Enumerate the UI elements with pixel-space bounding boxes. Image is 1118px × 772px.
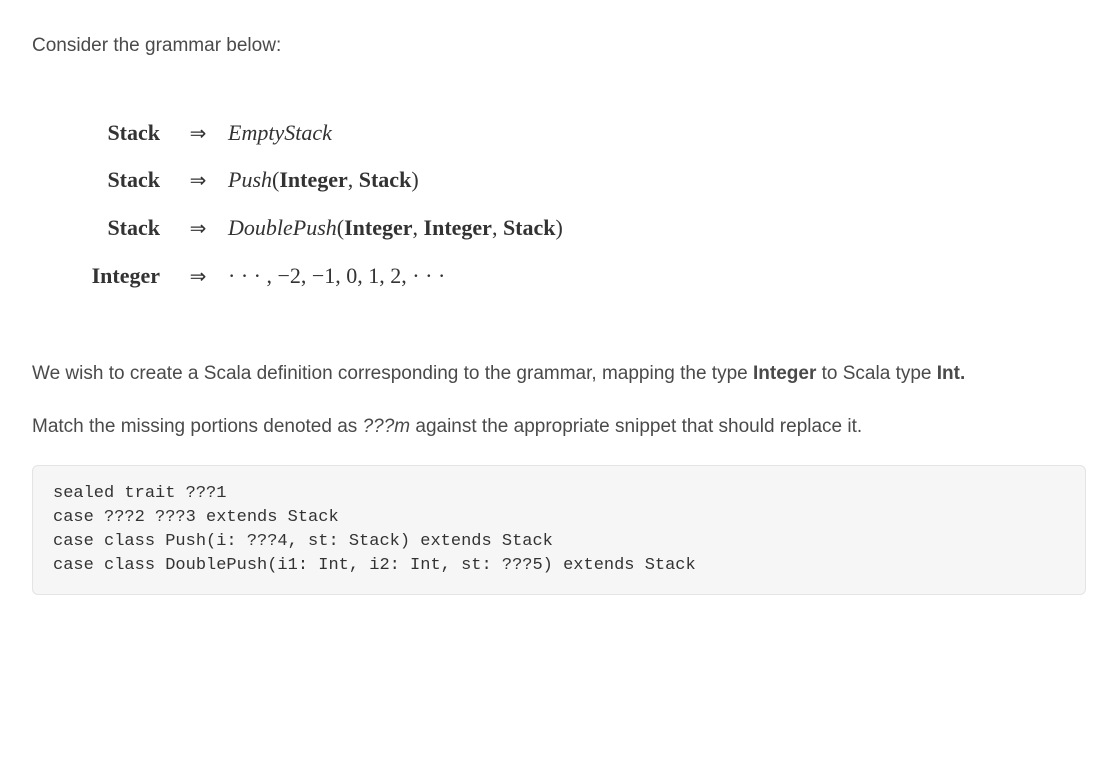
bold-integer: Integer [753, 363, 816, 384]
paren-open: ( [337, 215, 344, 240]
intro-text: Consider the grammar below: [32, 32, 1086, 61]
paren-close: ) [411, 167, 418, 192]
grammar-row: Stack ⇒ Push(Integer, Stack) [60, 156, 1086, 204]
term-stack: Stack [359, 167, 412, 192]
grammar-block: Stack ⇒ EmptyStack Stack ⇒ Push(Integer,… [60, 109, 1086, 301]
grammar-rhs-integers: · · · , −2, −1, 0, 1, 2, · · · [220, 252, 445, 300]
grammar-arrow: ⇒ [176, 160, 220, 204]
term-stack: Stack [503, 215, 556, 240]
comma: , [348, 167, 359, 192]
grammar-lhs: Stack [60, 156, 176, 204]
grammar-lhs: Stack [60, 204, 176, 252]
grammar-row: Stack ⇒ EmptyStack [60, 109, 1086, 157]
grammar-row: Stack ⇒ DoublePush(Integer, Integer, Sta… [60, 204, 1086, 252]
bold-int: Int. [937, 363, 966, 384]
grammar-rhs-push: Push(Integer, Stack) [220, 156, 419, 204]
comma: , [492, 215, 503, 240]
term-emptystack: EmptyStack [228, 120, 332, 145]
code-block: sealed trait ???1 case ???2 ???3 extends… [32, 465, 1086, 594]
text: We wish to create a Scala definition cor… [32, 363, 753, 384]
term-doublepush: DoublePush [228, 215, 337, 240]
text: against the appropriate snippet that sho… [410, 416, 862, 437]
text: Match the missing portions denoted as [32, 416, 363, 437]
term-integer: Integer [344, 215, 412, 240]
grammar-arrow: ⇒ [176, 208, 220, 252]
grammar-rhs-emptystack: EmptyStack [220, 109, 332, 157]
grammar-lhs: Stack [60, 109, 176, 157]
term-integer: Integer [424, 215, 492, 240]
placeholder-em: ???m [363, 416, 411, 437]
grammar-arrow: ⇒ [176, 256, 220, 300]
grammar-lhs: Integer [60, 252, 176, 300]
term-integer: Integer [279, 167, 347, 192]
integers-sequence: · · · , −2, −1, 0, 1, 2, · · · [228, 263, 445, 288]
paragraph-mapping: We wish to create a Scala definition cor… [32, 360, 1086, 389]
text: to Scala type [816, 363, 936, 384]
paren-close: ) [556, 215, 563, 240]
grammar-rhs-doublepush: DoublePush(Integer, Integer, Stack) [220, 204, 563, 252]
grammar-arrow: ⇒ [176, 113, 220, 157]
grammar-row: Integer ⇒ · · · , −2, −1, 0, 1, 2, · · · [60, 252, 1086, 300]
comma: , [413, 215, 424, 240]
term-push: Push [228, 167, 272, 192]
paragraph-match: Match the missing portions denoted as ??… [32, 413, 1086, 442]
